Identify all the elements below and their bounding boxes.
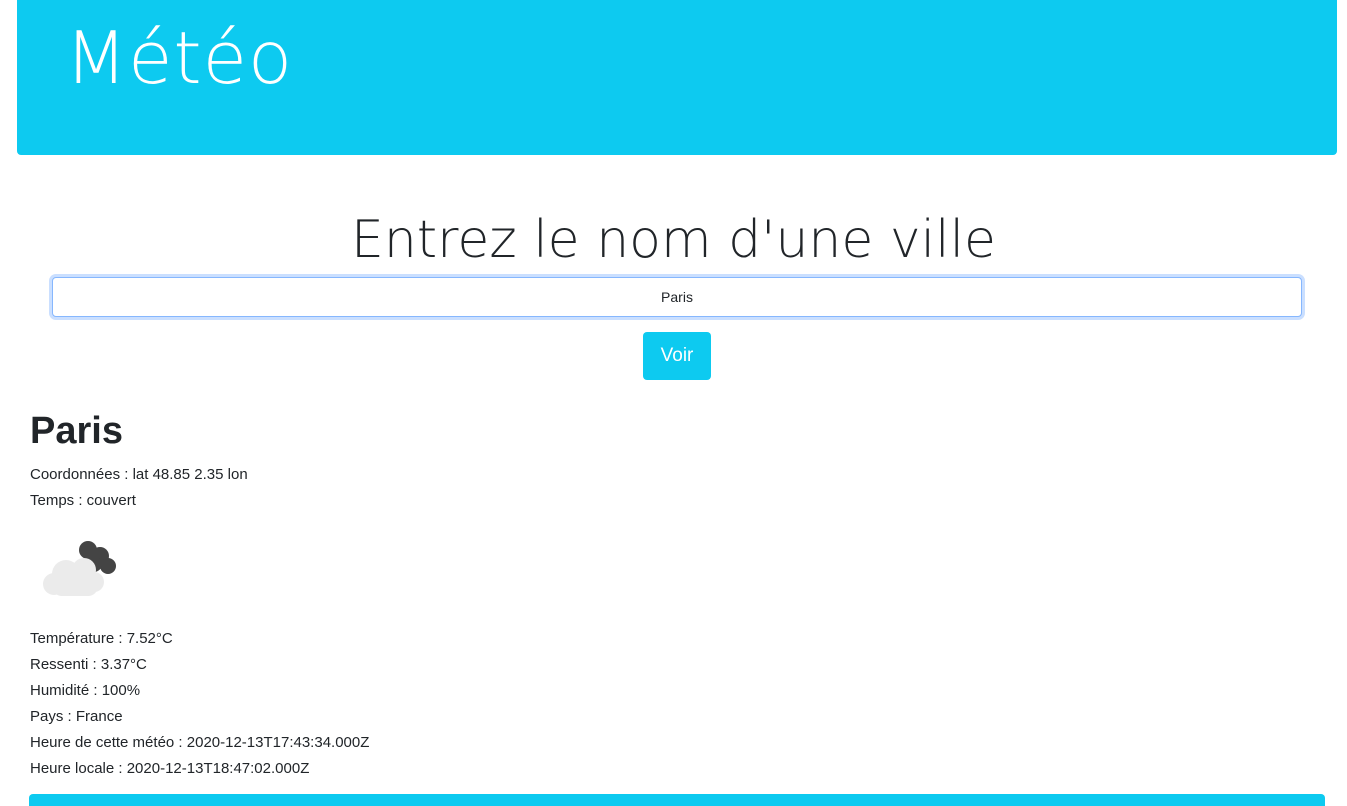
city-name: Paris: [30, 410, 123, 452]
humidity-text: Humidité : 100%: [30, 682, 141, 699]
voir-button[interactable]: Voir: [643, 332, 711, 380]
coordinates-text: Coordonnées : lat 48.85 2.35 lon: [30, 466, 248, 483]
temperature-text: Température : 7.52°C: [30, 630, 173, 647]
header-banner: Météo: [17, 0, 1337, 155]
overcast-clouds-icon: [43, 541, 116, 596]
country-text: Pays : France: [30, 708, 123, 725]
app-title: Météo: [65, 16, 293, 100]
page: Météo Entrez le nom d'une ville Voir Par…: [0, 0, 1347, 806]
weather-description: Temps : couvert: [30, 492, 136, 509]
weather-time-text: Heure de cette météo : 2020-12-13T17:43:…: [30, 734, 370, 751]
local-time-text: Heure locale : 2020-12-13T18:47:02.000Z: [30, 760, 310, 777]
search-title: Entrez le nom d'une ville: [350, 210, 997, 270]
city-search-input[interactable]: [52, 277, 1302, 317]
weather-result: Paris Coordonnées : lat 48.85 2.35 lon T…: [30, 405, 730, 782]
feels-like-text: Ressenti : 3.37°C: [30, 656, 147, 673]
footer-banner: [29, 794, 1325, 806]
